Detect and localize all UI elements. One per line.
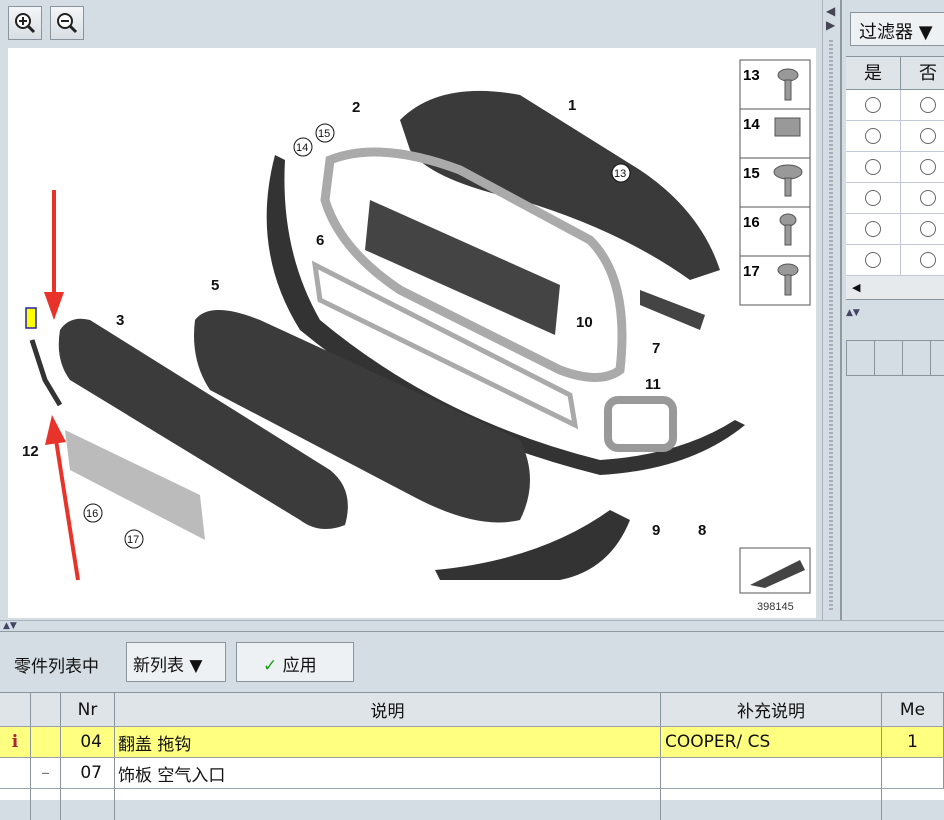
zoom-out-button[interactable] bbox=[50, 6, 84, 40]
table-header: Nr 说明 补充说明 Me bbox=[0, 693, 944, 727]
svg-text:16: 16 bbox=[86, 508, 98, 520]
svg-text:14: 14 bbox=[743, 116, 760, 133]
svg-text:1: 1 bbox=[568, 97, 576, 114]
parts-list-panel: 零件列表中 新列表 ▼ ✓ 应用 Nr 说明 补充说明 Me i 04 翻盖 拖… bbox=[0, 632, 944, 820]
header-nr[interactable]: Nr bbox=[61, 693, 115, 726]
red-arrow-down-icon bbox=[44, 292, 64, 320]
filter-dropdown[interactable]: 过滤器 ▼ bbox=[850, 12, 944, 46]
table-row[interactable]: i 04 翻盖 拖钩 COOPER/ CS 1 bbox=[0, 727, 944, 758]
empty-header-row bbox=[846, 340, 944, 376]
svg-text:17: 17 bbox=[127, 534, 139, 546]
svg-text:5: 5 bbox=[211, 277, 219, 294]
svg-text:11: 11 bbox=[645, 376, 661, 393]
svg-text:6: 6 bbox=[316, 232, 324, 249]
svg-text:7: 7 bbox=[652, 340, 660, 357]
part-corner-trim bbox=[435, 510, 630, 580]
parts-table: Nr 说明 补充说明 Me i 04 翻盖 拖钩 COOPER/ CS 1 – … bbox=[0, 692, 944, 820]
list-label: 零件列表中 bbox=[14, 657, 99, 677]
row-nr: 04 bbox=[61, 727, 115, 757]
row-mark: – bbox=[31, 758, 61, 788]
svg-text:398145: 398145 bbox=[757, 601, 794, 613]
svg-text:13: 13 bbox=[614, 168, 626, 180]
svg-text:3: 3 bbox=[116, 312, 124, 329]
collapse-arrows-icon[interactable]: ◀ ▶ bbox=[826, 4, 835, 32]
row-desc: 饰板 空气入口 bbox=[115, 758, 661, 788]
radio-no[interactable] bbox=[920, 159, 936, 175]
filter-table: 是否 ◀ bbox=[846, 56, 944, 300]
zoom-in-icon bbox=[15, 13, 36, 34]
part-grid bbox=[365, 200, 560, 335]
radio-no[interactable] bbox=[920, 97, 936, 113]
svg-text:13: 13 bbox=[743, 67, 760, 84]
header-extra[interactable]: 补充说明 bbox=[661, 693, 882, 726]
row-extra: COOPER/ CS bbox=[661, 727, 882, 757]
radio-no[interactable] bbox=[920, 221, 936, 237]
vertical-splitter[interactable]: ◀ ▶ bbox=[822, 0, 838, 620]
horizontal-scrollbar[interactable]: ◀ bbox=[846, 276, 944, 300]
row-mark bbox=[31, 727, 61, 757]
collapse-arrows-icon[interactable]: ▲▼ bbox=[3, 621, 17, 631]
svg-text:8: 8 bbox=[698, 522, 706, 539]
header-desc[interactable]: 说明 bbox=[115, 693, 661, 726]
svg-text:2: 2 bbox=[352, 99, 360, 116]
col-no: 否 bbox=[901, 57, 944, 89]
info-icon[interactable]: i bbox=[0, 727, 31, 757]
row-desc: 翻盖 拖钩 bbox=[115, 727, 661, 757]
svg-text:15: 15 bbox=[318, 128, 330, 140]
list-select-value: 新列表 bbox=[133, 656, 184, 676]
row-me bbox=[882, 758, 944, 788]
svg-text:17: 17 bbox=[743, 263, 760, 280]
radio-yes[interactable] bbox=[865, 159, 881, 175]
svg-text:12: 12 bbox=[22, 443, 39, 460]
filter-panel: 过滤器 ▼ 是否 ◀ ▲▼ bbox=[840, 0, 944, 620]
parts-diagram[interactable]: 1 2 3 5 6 7 8 9 10 11 12 13 14 15 16 17 … bbox=[8, 48, 816, 618]
header-me[interactable]: Me bbox=[882, 693, 944, 726]
radio-no[interactable] bbox=[920, 190, 936, 206]
radio-yes[interactable] bbox=[865, 128, 881, 144]
svg-text:14: 14 bbox=[296, 142, 308, 154]
zoom-out-icon bbox=[57, 13, 78, 34]
table-row[interactable]: – 07 饰板 空气入口 bbox=[0, 758, 944, 789]
apply-label: 应用 bbox=[282, 656, 317, 676]
radio-yes[interactable] bbox=[865, 252, 881, 268]
check-icon: ✓ bbox=[263, 656, 278, 676]
radio-no[interactable] bbox=[920, 128, 936, 144]
row-extra bbox=[661, 758, 882, 788]
row-me: 1 bbox=[882, 727, 944, 757]
list-select[interactable]: 新列表 ▼ bbox=[126, 642, 226, 682]
radio-no[interactable] bbox=[920, 252, 936, 268]
red-arrow-up-icon bbox=[45, 415, 66, 445]
part-lower-grille bbox=[194, 310, 530, 523]
row-nr: 07 bbox=[61, 758, 115, 788]
table-row[interactable] bbox=[0, 789, 944, 820]
col-yes: 是 bbox=[846, 57, 901, 89]
svg-text:9: 9 bbox=[652, 522, 660, 539]
svg-text:10: 10 bbox=[576, 314, 593, 331]
radio-yes[interactable] bbox=[865, 221, 881, 237]
zoom-in-button[interactable] bbox=[8, 6, 42, 40]
horizontal-splitter[interactable]: ▲▼ bbox=[0, 620, 944, 632]
apply-button[interactable]: ✓ 应用 bbox=[236, 642, 354, 682]
fastener-legend: 13 14 15 16 17 bbox=[739, 59, 811, 306]
filter-label: 过滤器 bbox=[859, 22, 913, 43]
highlighted-part bbox=[25, 307, 37, 329]
svg-text:15: 15 bbox=[743, 165, 760, 182]
panel-splitter[interactable]: ▲▼ bbox=[846, 308, 944, 318]
radio-yes[interactable] bbox=[865, 97, 881, 113]
row-icon bbox=[0, 758, 31, 788]
radio-yes[interactable] bbox=[865, 190, 881, 206]
svg-text:16: 16 bbox=[743, 214, 760, 231]
